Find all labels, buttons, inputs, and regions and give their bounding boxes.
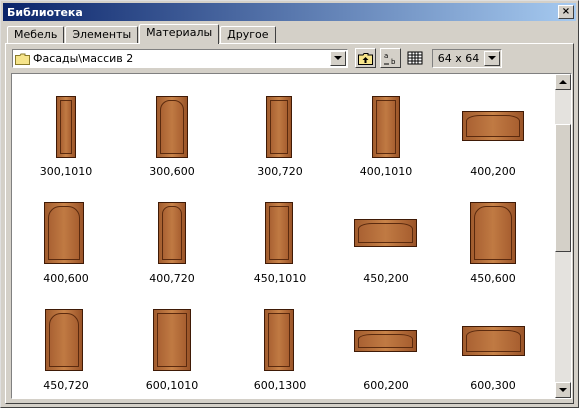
door-thumbnail-400-1010[interactable] — [372, 96, 400, 158]
door-thumbnail-600-200[interactable] — [354, 330, 417, 352]
svg-text:b: b — [391, 58, 396, 65]
door-thumbnail-450-720[interactable] — [45, 309, 83, 371]
scroll-thumb[interactable] — [555, 124, 571, 252]
library-window: Библиотека × Мебель Элементы Материалы Д… — [0, 0, 579, 408]
door-thumbnail-300-1010[interactable] — [56, 96, 76, 158]
folder-up-button[interactable] — [355, 48, 376, 68]
thumbnail-size-select[interactable]: 64 x 64 — [432, 49, 502, 68]
tab-furniture[interactable]: Мебель — [7, 26, 65, 43]
item-label: 400,200 — [470, 165, 516, 178]
door-thumbnail-400-720[interactable] — [158, 202, 186, 264]
arrow-down-icon — [559, 387, 567, 392]
item-label: 300,600 — [149, 165, 195, 178]
item-label: 400,720 — [149, 272, 195, 285]
chevron-down-icon — [334, 56, 342, 60]
title-bar[interactable]: Библиотека × — [3, 3, 576, 21]
scroll-up-button[interactable] — [555, 74, 571, 90]
size-dropdown-button[interactable] — [484, 51, 500, 66]
path-dropdown-button[interactable] — [330, 51, 346, 66]
tab-elements[interactable]: Элементы — [65, 26, 139, 43]
item-label: 450,720 — [43, 379, 89, 392]
tab-materials[interactable]: Материалы — [139, 24, 220, 44]
door-thumbnail-600-1300[interactable] — [264, 309, 294, 371]
door-thumbnail-450-200[interactable] — [354, 219, 417, 247]
door-thumbnail-300-720[interactable] — [266, 96, 292, 158]
item-label: 400,1010 — [359, 165, 413, 178]
sort-icon: a b — [383, 52, 396, 65]
material-grid: 300,1010 300,600 300,720 400,1010 400,20… — [11, 73, 572, 399]
item-label: 600,300 — [470, 379, 516, 392]
door-thumbnail-450-1010[interactable] — [265, 202, 293, 264]
item-label: 400,600 — [43, 272, 89, 285]
folder-icon — [15, 53, 30, 65]
path-combobox[interactable]: Фасады\массив 2 — [12, 49, 348, 68]
item-label: 600,1010 — [145, 379, 199, 392]
sort-button[interactable]: a b — [380, 48, 401, 68]
path-value: Фасады\массив 2 — [33, 52, 134, 65]
grid-view-icon — [407, 51, 422, 65]
close-button[interactable]: × — [558, 5, 574, 19]
door-thumbnail-400-600[interactable] — [44, 202, 84, 264]
tab-other[interactable]: Другое — [220, 26, 276, 43]
thumbnail-size-value: 64 x 64 — [437, 52, 480, 65]
door-thumbnail-300-600[interactable] — [156, 96, 188, 158]
scroll-down-button[interactable] — [555, 382, 571, 398]
item-label: 450,1010 — [253, 272, 307, 285]
item-label: 450,600 — [470, 272, 516, 285]
vertical-scrollbar[interactable] — [555, 74, 571, 398]
arrow-up-icon — [559, 79, 567, 84]
item-label: 300,1010 — [39, 165, 93, 178]
item-label: 450,200 — [363, 272, 409, 285]
window-title: Библиотека — [7, 5, 83, 19]
door-thumbnail-600-300[interactable] — [462, 326, 525, 356]
chevron-down-icon — [488, 56, 496, 60]
door-thumbnail-600-1010[interactable] — [153, 309, 191, 371]
door-thumbnail-400-200[interactable] — [462, 111, 524, 141]
grid-view-button[interactable] — [404, 48, 425, 68]
tab-strip: Мебель Элементы Материалы Другое — [7, 24, 277, 44]
svg-text:a: a — [384, 52, 388, 60]
item-label: 600,200 — [363, 379, 409, 392]
door-thumbnail-450-600[interactable] — [470, 202, 516, 264]
item-label: 600,1300 — [253, 379, 307, 392]
item-label: 300,720 — [257, 165, 303, 178]
folder-up-icon — [358, 52, 373, 65]
close-icon: × — [561, 6, 571, 17]
